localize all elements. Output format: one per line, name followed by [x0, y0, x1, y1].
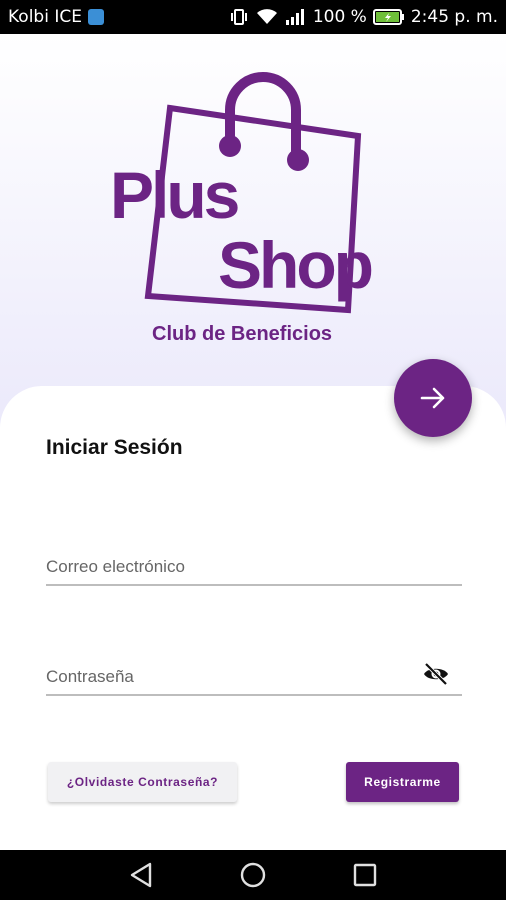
eye-off-icon[interactable] [422, 662, 450, 686]
email-input[interactable] [46, 532, 462, 584]
nav-recents-button[interactable] [348, 858, 382, 892]
login-title: Iniciar Sesión [46, 436, 183, 459]
arrow-right-icon [420, 387, 445, 409]
handle-dot-left [219, 135, 241, 157]
app-screen: Plus Shop Club de Beneficios Iniciar Ses… [0, 34, 506, 850]
submit-fab-button[interactable] [394, 359, 472, 437]
signal-icon [285, 8, 307, 26]
logo-word-plus: Plus [110, 158, 238, 232]
logo-word-shop: Shop [218, 228, 372, 302]
battery-charging-icon [372, 8, 405, 26]
nav-home-button[interactable] [236, 858, 270, 892]
wifi-icon [255, 8, 279, 26]
handle-dot-right [287, 149, 309, 171]
plus-shop-logo: Plus Shop Club de Beneficios [110, 72, 375, 345]
vibrate-icon [229, 8, 249, 26]
forgot-password-button[interactable]: ¿Olvidaste Contraseña? [48, 762, 237, 802]
recents-icon [353, 863, 377, 887]
password-field-container [46, 642, 462, 696]
nav-back-button[interactable] [124, 858, 158, 892]
carrier-name: Kolbi ICE [8, 7, 82, 27]
navigation-bar [0, 850, 506, 900]
password-input[interactable] [46, 642, 462, 694]
register-button[interactable]: Registrarme [346, 762, 459, 802]
back-icon [130, 862, 152, 888]
email-field-container [46, 532, 462, 586]
bluetooth-icon [87, 9, 104, 25]
home-icon [240, 862, 266, 888]
status-left: Kolbi ICE [8, 7, 104, 27]
status-right: 100 % 2:45 p. m. [229, 7, 498, 27]
clock: 2:45 p. m. [410, 7, 498, 27]
battery-percent: 100 % [312, 7, 367, 27]
logo-tagline: Club de Beneficios [152, 323, 332, 345]
status-bar: Kolbi ICE 100 % 2:45 p. m. [0, 0, 506, 34]
